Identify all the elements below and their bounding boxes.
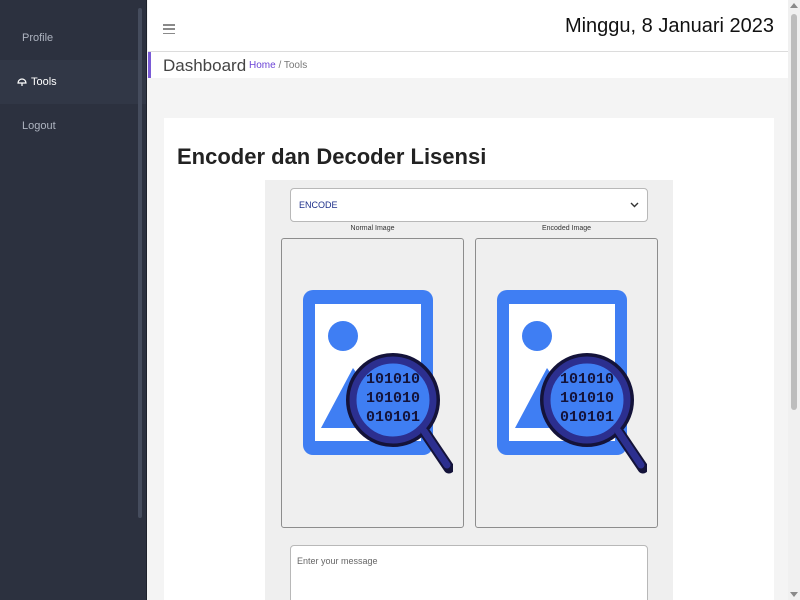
scroll-up-icon[interactable] [790,3,798,8]
image-search-icon: 101010 101010 010101 [496,290,647,474]
scroll-down-icon[interactable] [790,592,798,597]
tool-card: Encoder dan Decoder Lisensi ENCODE Norma… [164,118,774,600]
sidebar-item-label: Logout [22,120,56,132]
binary-text-line: 101010 [365,371,419,388]
sidebar-scrollbar[interactable] [138,8,142,518]
binary-text-line: 101010 [559,390,613,407]
sidebar-item-profile[interactable]: Profile [0,16,146,60]
binary-text-line: 010101 [559,409,613,426]
sidebar: Profile Tools Logout [0,0,147,600]
current-date: Minggu, 8 Januari 2023 [564,15,774,37]
binary-text-line: 010101 [365,409,419,426]
sidebar-item-label: Profile [22,32,54,44]
mode-select-value: ENCODE [299,200,338,210]
message-input[interactable] [290,545,648,600]
sidebar-item-label: Tools [31,76,57,88]
encoded-image-caption: Encoded Image [541,225,592,232]
encoded-image-box[interactable]: 101010 101010 010101 [475,238,658,528]
breadcrumb-home-link[interactable]: Home [249,60,276,71]
image-search-icon: 101010 101010 010101 [302,290,453,474]
page-scrollbar[interactable] [788,0,800,600]
top-bar: Minggu, 8 Januari 2023 [148,0,788,52]
page-title: Dashboard [163,56,247,75]
breadcrumb-separator: / [278,60,282,71]
breadcrumb-current: Tools [283,60,308,71]
binary-text-line: 101010 [365,390,419,407]
normal-image-caption: Normal Image [350,225,395,232]
card-title: Encoder dan Decoder Lisensi [177,144,487,169]
page-header: Dashboard Home / Tools [148,52,788,78]
sidebar-item-tools[interactable]: Tools [0,60,146,104]
sidebar-item-logout[interactable]: Logout [0,104,146,148]
tools-icon [17,77,27,87]
binary-text-line: 101010 [559,371,613,388]
encoder-panel: ENCODE Normal Image Encoded Image 101010… [265,180,673,600]
breadcrumb: Home / Tools [249,60,307,71]
menu-toggle-icon[interactable] [163,24,175,34]
scrollbar-thumb[interactable] [791,14,797,410]
chevron-down-icon [630,200,639,211]
normal-image-box[interactable]: 101010 101010 010101 [281,238,464,528]
mode-select[interactable]: ENCODE [290,188,648,222]
